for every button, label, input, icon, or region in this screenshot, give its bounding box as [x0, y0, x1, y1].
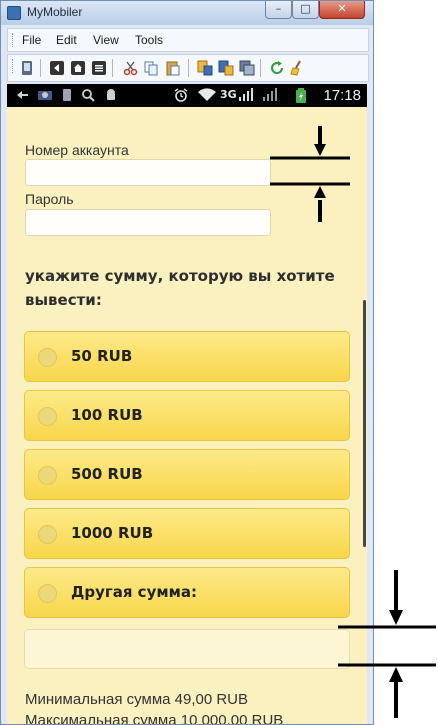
arrow-annotation-top — [270, 126, 350, 222]
annotation-overlay — [270, 126, 436, 718]
arrow-annotation-bottom — [338, 570, 436, 718]
